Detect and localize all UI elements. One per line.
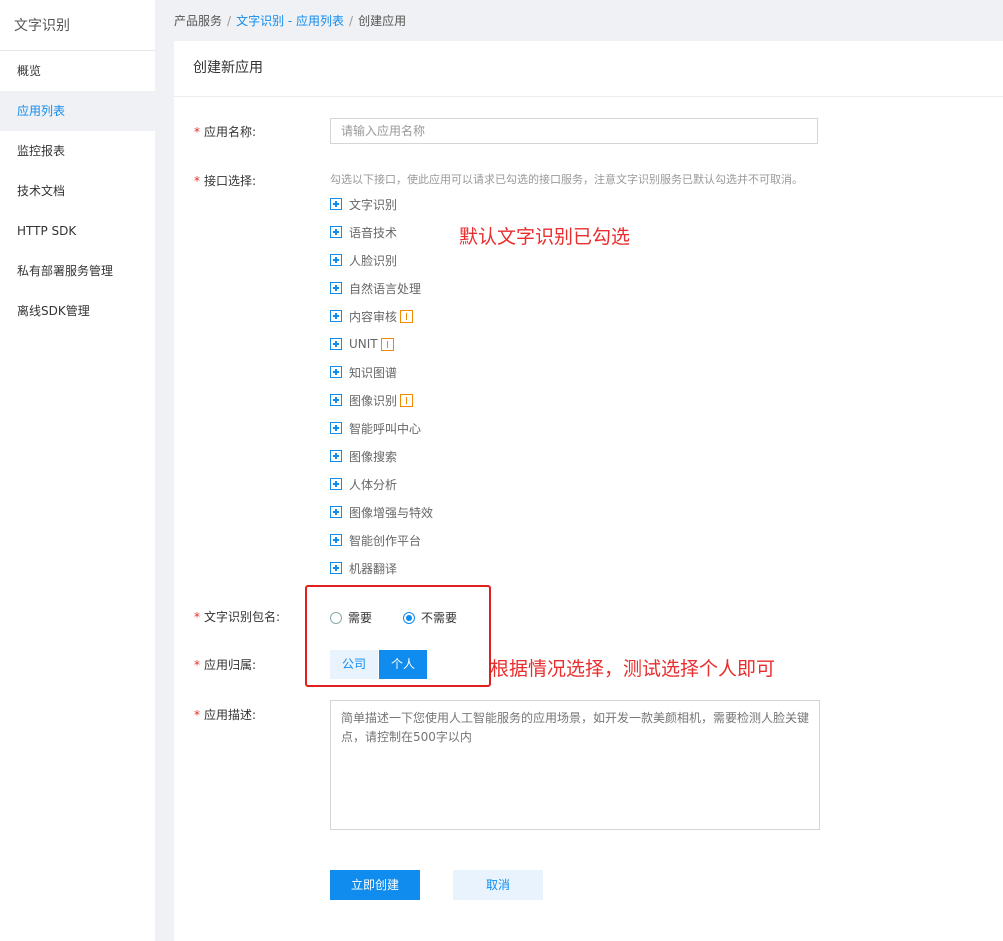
expand-plus-icon[interactable] xyxy=(330,394,342,406)
breadcrumb: 产品服务 / 文字识别 - 应用列表 / 创建应用 xyxy=(174,12,406,29)
api-option-content-review[interactable]: 内容审核 xyxy=(330,306,414,326)
api-select-label: * 接口选择: xyxy=(194,174,257,188)
sidebar-item-http-sdk[interactable]: HTTP SDK xyxy=(0,211,155,251)
expand-plus-icon[interactable] xyxy=(330,226,342,238)
api-option-machine-translation[interactable]: 机器翻译 xyxy=(330,558,397,578)
api-option-body-analysis[interactable]: 人体分析 xyxy=(330,474,397,494)
radio-unchecked-icon[interactable] xyxy=(330,611,342,624)
ownership-personal-button[interactable]: 个人 xyxy=(379,650,427,679)
app-name-label: * 应用名称: xyxy=(194,125,257,139)
expand-plus-icon[interactable] xyxy=(330,254,342,266)
expand-plus-icon[interactable] xyxy=(330,450,342,462)
api-option-knowledge-graph[interactable]: 知识图谱 xyxy=(330,362,397,382)
sidebar-item-app-list[interactable]: 应用列表 xyxy=(0,91,155,131)
api-select-hint: 勾选以下接口，使此应用可以请求已勾选的接口服务，注意文字识别服务已默认勾选并不可… xyxy=(330,173,803,186)
required-mark: * xyxy=(194,174,200,188)
radio-need[interactable]: 需要 xyxy=(330,609,372,626)
required-mark: * xyxy=(194,708,200,722)
expand-plus-icon[interactable] xyxy=(330,366,342,378)
info-tag-icon xyxy=(380,337,394,351)
ownership-company-button[interactable]: 公司 xyxy=(330,650,378,679)
expand-plus-icon[interactable] xyxy=(330,506,342,518)
sidebar-item-private-deploy[interactable]: 私有部署服务管理 xyxy=(0,251,155,291)
breadcrumb-separator: / xyxy=(227,14,232,28)
expand-plus-icon[interactable] xyxy=(330,534,342,546)
expand-plus-icon[interactable] xyxy=(330,422,342,434)
sidebar-item-tech-docs[interactable]: 技术文档 xyxy=(0,171,155,211)
sidebar-item-monitor-report[interactable]: 监控报表 xyxy=(0,131,155,171)
api-option-image-enhance[interactable]: 图像增强与特效 xyxy=(330,502,433,522)
description-label: * 应用描述: xyxy=(194,708,257,722)
expand-plus-icon[interactable] xyxy=(330,338,342,350)
annotation-default-checked: 默认文字识别已勾选 xyxy=(459,226,631,248)
sidebar: 文字识别 概览 应用列表 监控报表 技术文档 HTTP SDK 私有部署服务管理… xyxy=(0,0,155,941)
app-name-input[interactable] xyxy=(330,118,818,144)
api-option-ocr[interactable]: 文字识别 xyxy=(330,194,397,214)
package-name-label: * 文字识别包名: xyxy=(194,610,281,624)
breadcrumb-current: 创建应用 xyxy=(358,14,407,28)
expand-plus-icon[interactable] xyxy=(330,198,342,210)
sidebar-item-overview[interactable]: 概览 xyxy=(0,51,155,91)
ownership-label: * 应用归属: xyxy=(194,658,257,672)
breadcrumb-link[interactable]: 文字识别 - 应用列表 xyxy=(236,14,344,28)
info-tag-icon xyxy=(400,393,414,407)
required-mark: * xyxy=(194,125,200,139)
required-mark: * xyxy=(194,658,200,672)
api-option-creation-platform[interactable]: 智能创作平台 xyxy=(330,530,421,550)
api-option-unit[interactable]: UNIT xyxy=(330,334,394,354)
expand-plus-icon[interactable] xyxy=(330,282,342,294)
api-option-call-center[interactable]: 智能呼叫中心 xyxy=(330,418,421,438)
sidebar-title: 文字识别 xyxy=(0,0,155,51)
expand-plus-icon[interactable] xyxy=(330,562,342,574)
create-button[interactable]: 立即创建 xyxy=(330,870,420,900)
info-tag-icon xyxy=(400,309,414,323)
api-option-image-recognition[interactable]: 图像识别 xyxy=(330,390,414,410)
required-mark: * xyxy=(194,610,200,624)
api-option-nlp[interactable]: 自然语言处理 xyxy=(330,278,421,298)
breadcrumb-separator: / xyxy=(349,14,354,28)
expand-plus-icon[interactable] xyxy=(330,310,342,322)
radio-checked-icon[interactable] xyxy=(403,611,415,624)
breadcrumb-root[interactable]: 产品服务 xyxy=(174,14,222,28)
api-option-speech[interactable]: 语音技术 xyxy=(330,222,397,242)
expand-plus-icon[interactable] xyxy=(330,478,342,490)
sidebar-item-offline-sdk[interactable]: 离线SDK管理 xyxy=(0,291,155,331)
api-option-image-search[interactable]: 图像搜索 xyxy=(330,446,397,466)
api-option-face[interactable]: 人脸识别 xyxy=(330,250,397,270)
cancel-button[interactable]: 取消 xyxy=(453,870,543,900)
radio-not-need[interactable]: 不需要 xyxy=(403,609,457,626)
description-textarea[interactable] xyxy=(330,700,820,830)
create-app-panel: 创建新应用 *应用名称: *接口选择: 勾选以下接口，使此应用可以请求已勾选的接… xyxy=(174,41,1003,941)
page-title: 创建新应用 xyxy=(174,41,1003,97)
annotation-choose-personal: 根据情况选择，测试选择个人即可 xyxy=(490,658,776,680)
